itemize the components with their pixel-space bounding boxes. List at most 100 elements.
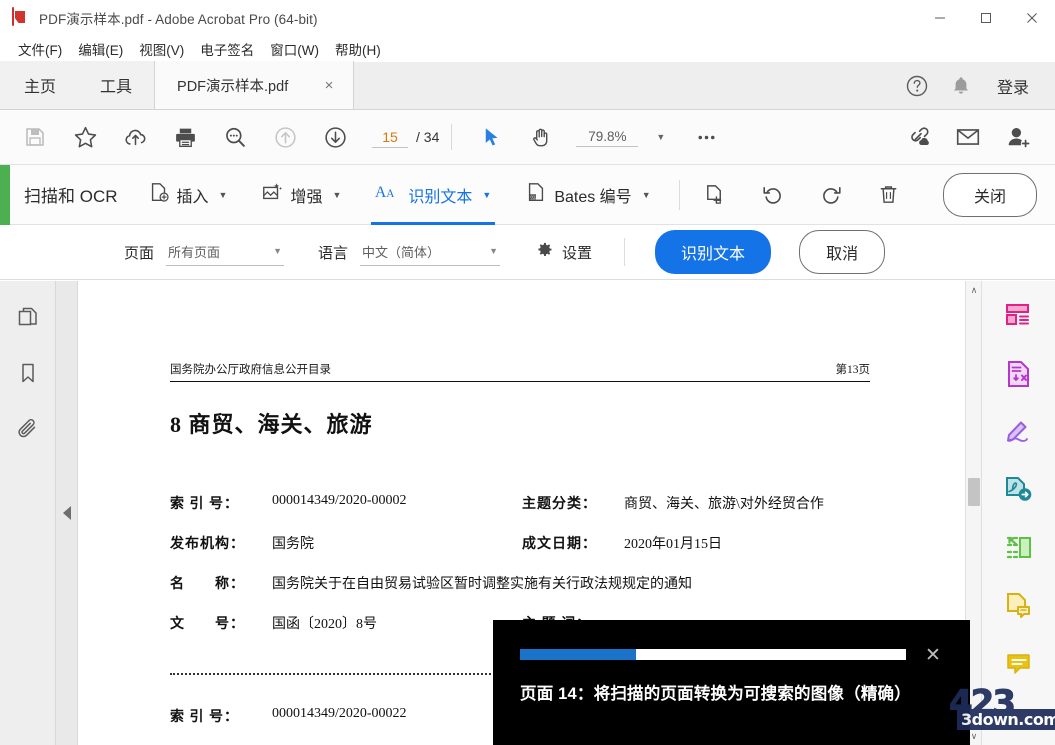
organize-pages-icon[interactable] (997, 531, 1041, 565)
window-title: PDF演示样本.pdf - Adobe Acrobat Pro (64-bit) (39, 8, 318, 28)
create-pdf-icon[interactable] (997, 299, 1041, 333)
page-thumbnails-icon[interactable] (8, 299, 48, 335)
document-running-header: 国务院办公厅政府信息公开目录 第13页 (170, 361, 870, 382)
scan-ocr-title: 扫描和 OCR (24, 182, 118, 207)
scrollbar-thumb[interactable] (968, 478, 980, 506)
bookmarks-icon[interactable] (8, 355, 48, 391)
language-select-value: 中文（简体） (362, 242, 440, 261)
cloud-upload-icon[interactable] (112, 114, 158, 160)
comment-pdf-icon[interactable] (997, 589, 1041, 623)
menu-file[interactable]: 文件(F) (10, 36, 70, 62)
zoom-control[interactable]: 79.8% ▼ (576, 127, 665, 147)
field-key: 索 引 号： (170, 706, 256, 726)
table-row: 发布机构： 国务院 成文日期： 2020年01月15日 (170, 533, 960, 553)
document-tab-label: PDF演示样本.pdf (177, 75, 297, 96)
rotate-left-icon[interactable] (750, 172, 796, 218)
sign-in-button[interactable]: 登录 (983, 74, 1039, 98)
share-link-cloud-icon[interactable] (895, 114, 941, 160)
progress-bar-fill (520, 649, 636, 660)
cursor-arrow-icon[interactable] (468, 114, 514, 160)
minimize-button[interactable] (917, 0, 963, 36)
tab-home[interactable]: 主页 (0, 61, 78, 109)
menu-esign[interactable]: 电子签名 (192, 36, 262, 62)
chevron-down-icon[interactable]: ▼ (219, 190, 228, 200)
gear-icon (534, 240, 554, 264)
chevron-down-icon[interactable]: ▼ (482, 190, 491, 200)
table-row: 索 引 号： 000014349/2020-00022 (170, 706, 407, 726)
save-icon[interactable] (12, 114, 58, 160)
settings-button[interactable]: 设置 (534, 240, 592, 264)
current-page-input[interactable]: 15 (372, 127, 408, 148)
field-value: 000014349/2020-00002 (272, 493, 407, 513)
ellipsis-icon[interactable] (683, 114, 729, 160)
envelope-icon[interactable] (945, 114, 991, 160)
menu-help[interactable]: 帮助(H) (327, 36, 389, 62)
tab-strip-right-actions: 登录 (895, 62, 1055, 110)
collapse-panel-arrow-icon[interactable] (56, 281, 78, 745)
field-value: 商贸、海关、旅游\对外经贸合作 (624, 493, 824, 513)
hand-icon[interactable] (518, 114, 564, 160)
insert-page-icon (148, 181, 170, 208)
ocr-tool-enhance[interactable]: 增强 ▼ (257, 171, 345, 219)
svg-text:012: 012 (531, 194, 539, 199)
ocr-toolbar-divider (679, 180, 680, 210)
close-window-button[interactable] (1009, 0, 1055, 36)
chevron-down-icon[interactable]: ▼ (642, 190, 651, 200)
ocr-tool-insert[interactable]: 插入 ▼ (144, 171, 232, 219)
chevron-down-icon: ▼ (489, 246, 498, 256)
fill-and-sign-icon[interactable] (997, 415, 1041, 449)
menu-view[interactable]: 视图(V) (131, 36, 192, 62)
table-row: 索 引 号： 000014349/2020-00002 主题分类： 商贸、海关、… (170, 493, 960, 513)
add-comment-icon[interactable] (997, 647, 1041, 681)
close-icon[interactable]: ✕ (922, 644, 944, 666)
arrow-down-circle-icon[interactable] (312, 114, 358, 160)
ocr-progress-dialog: ✕ 页面 14：将扫描的页面转换为可搜索的图像（精确） (493, 620, 970, 745)
menu-bar: 文件(F) 编辑(E) 视图(V) 电子签名 窗口(W) 帮助(H) (0, 36, 1055, 62)
svg-text:A: A (387, 188, 396, 200)
table-row: 名 称： 国务院关于在自由贸易试验区暂时调整实施有关行政法规规定的通知 (170, 573, 960, 593)
arrow-up-circle-icon[interactable] (262, 114, 308, 160)
scroll-up-icon[interactable]: ∧ (966, 281, 982, 299)
zoom-level-value[interactable]: 79.8% (576, 127, 638, 147)
ocr-tool-recognize-text-label: 识别文本 (408, 183, 472, 207)
total-pages-label: / 34 (416, 129, 439, 145)
options-divider (624, 238, 625, 266)
rotate-right-icon[interactable] (808, 172, 854, 218)
pages-select[interactable]: 所有页面 ▼ (166, 239, 284, 266)
menu-window[interactable]: 窗口(W) (262, 36, 327, 62)
help-circle-icon[interactable] (895, 62, 939, 110)
field-key: 索 引 号： (170, 493, 256, 513)
toolbar-right-actions (891, 114, 1055, 160)
search-icon[interactable] (212, 114, 258, 160)
language-label: 语言 (318, 242, 348, 263)
ocr-tool-bates-label: Bates 编号 (554, 183, 631, 207)
edit-pdf-icon[interactable] (997, 473, 1041, 507)
ocr-tool-recognize-text[interactable]: AA 识别文本 ▼ (371, 171, 495, 219)
star-icon[interactable] (62, 114, 108, 160)
ocr-tool-bates[interactable]: 012 Bates 编号 ▼ (521, 171, 654, 219)
document-tab[interactable]: PDF演示样本.pdf × (154, 61, 354, 109)
close-tool-button[interactable]: 关闭 (943, 173, 1037, 217)
attachments-icon[interactable] (8, 411, 48, 447)
bell-icon[interactable] (939, 62, 983, 110)
ocr-options-bar: 页面 所有页面 ▼ 语言 中文（简体） ▼ 设置 识别文本 取消 (0, 225, 1055, 280)
field-key: 主题分类： (522, 493, 608, 513)
delete-trash-icon[interactable] (866, 172, 912, 218)
chevron-down-icon[interactable]: ▼ (332, 190, 341, 200)
language-select[interactable]: 中文（简体） ▼ (360, 239, 500, 266)
chevron-down-icon[interactable]: ▼ (656, 132, 665, 142)
menu-edit[interactable]: 编辑(E) (70, 36, 131, 62)
right-tools-rail (981, 281, 1055, 745)
export-pdf-icon[interactable] (997, 357, 1041, 391)
close-icon[interactable]: × (319, 75, 339, 95)
ocr-tool-insert-label: 插入 (177, 183, 209, 207)
recognize-text-button[interactable]: 识别文本 (655, 230, 771, 274)
crop-page-icon[interactable] (692, 172, 738, 218)
maximize-button[interactable] (963, 0, 1009, 36)
field-key: 文 号： (170, 613, 256, 633)
cancel-button[interactable]: 取消 (799, 230, 885, 274)
print-icon[interactable] (162, 114, 208, 160)
tab-tools[interactable]: 工具 (78, 61, 154, 109)
add-person-icon[interactable] (995, 114, 1041, 160)
field-key: 名 称： (170, 573, 256, 593)
